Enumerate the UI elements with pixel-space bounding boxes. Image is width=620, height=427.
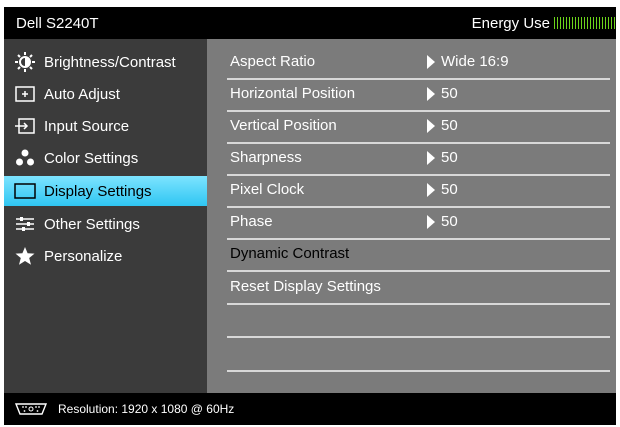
setting-value-text: 50 — [441, 117, 458, 134]
setting-label: Vertical Position — [230, 117, 337, 134]
sidebar-item-label: Input Source — [44, 117, 130, 135]
dynamic-contrast-row[interactable]: Dynamic Contrast — [227, 239, 610, 272]
star-icon — [14, 246, 36, 266]
sidebar-item-other-settings[interactable]: Other Settings — [4, 209, 207, 239]
empty-row — [227, 339, 610, 372]
sidebar-item-label: Personalize — [44, 247, 123, 265]
setting-value-text: Wide 16:9 — [441, 53, 509, 70]
other-settings-icon — [14, 214, 36, 234]
title-bar: Dell S2240T Energy Use — [4, 7, 616, 39]
setting-value-text: 50 — [441, 213, 458, 230]
display-settings-panel: Aspect Ratio Wide 16:9 Horizontal Positi… — [207, 39, 616, 393]
energy-use-meter: Energy Use — [472, 15, 616, 32]
arrow-right-icon — [427, 150, 435, 165]
arrow-right-icon — [427, 214, 435, 229]
setting-label: Aspect Ratio — [230, 53, 316, 70]
setting-label: Horizontal Position — [230, 85, 356, 102]
sidebar-item-label: Color Settings — [44, 149, 139, 167]
empty-row — [227, 305, 610, 338]
monitor-osd: Dell S2240T Energy Use Brightness/Contra… — [4, 7, 616, 425]
sidebar-item-auto-adjust[interactable]: Auto Adjust — [4, 79, 207, 109]
setting-value: 50 — [427, 85, 458, 102]
arrow-right-icon — [427, 86, 435, 101]
energy-use-label: Energy Use — [471, 14, 550, 32]
setting-label: Reset Display Settings — [230, 278, 381, 295]
brightness-icon — [14, 52, 36, 72]
arrow-right-icon — [427, 182, 435, 197]
setting-label: Phase — [230, 213, 273, 230]
arrow-right-icon — [427, 54, 435, 69]
color-settings-icon — [14, 148, 36, 168]
horizontal-position-row[interactable]: Horizontal Position 50 — [227, 79, 610, 112]
status-bar: Resolution: 1920 x 1080 @ 60Hz — [4, 393, 616, 425]
vga-connector-icon — [14, 402, 48, 416]
setting-value-text: 50 — [441, 85, 458, 102]
sidebar-item-color-settings[interactable]: Color Settings — [4, 143, 207, 173]
setting-label: Sharpness — [230, 149, 302, 166]
aspect-ratio-row[interactable]: Aspect Ratio Wide 16:9 — [227, 47, 610, 80]
sidebar-item-label: Display Settings — [44, 182, 152, 200]
model-name: Dell S2240T — [16, 14, 99, 32]
input-source-icon — [14, 116, 36, 136]
osd-menu-sidebar: Brightness/Contrast Auto Adjust Input So… — [4, 39, 207, 393]
display-settings-icon — [14, 181, 36, 201]
sidebar-item-label: Other Settings — [44, 215, 140, 233]
setting-value: 50 — [427, 149, 458, 166]
setting-value: 50 — [427, 181, 458, 198]
setting-label: Dynamic Contrast — [230, 245, 350, 262]
energy-use-bar — [554, 17, 616, 29]
resolution-readout: Resolution: 1920 x 1080 @ 60Hz — [58, 402, 235, 416]
auto-adjust-icon — [14, 84, 36, 104]
setting-value: 50 — [427, 117, 458, 134]
setting-value-text: 50 — [441, 149, 458, 166]
reset-display-settings-row[interactable]: Reset Display Settings — [227, 272, 610, 305]
sidebar-item-label: Auto Adjust — [44, 85, 120, 103]
phase-row[interactable]: Phase 50 — [227, 207, 610, 240]
sidebar-item-brightness-contrast[interactable]: Brightness/Contrast — [4, 47, 207, 77]
setting-value: 50 — [427, 213, 458, 230]
vertical-position-row[interactable]: Vertical Position 50 — [227, 111, 610, 144]
sidebar-item-input-source[interactable]: Input Source — [4, 111, 207, 141]
setting-value-text: 50 — [441, 181, 458, 198]
arrow-right-icon — [427, 118, 435, 133]
sharpness-row[interactable]: Sharpness 50 — [227, 143, 610, 176]
sidebar-item-label: Brightness/Contrast — [44, 53, 176, 71]
sidebar-item-display-settings[interactable]: Display Settings — [4, 176, 207, 206]
pixel-clock-row[interactable]: Pixel Clock 50 — [227, 175, 610, 208]
setting-label: Pixel Clock — [230, 181, 305, 198]
setting-value: Wide 16:9 — [427, 53, 509, 70]
sidebar-item-personalize[interactable]: Personalize — [4, 241, 207, 271]
